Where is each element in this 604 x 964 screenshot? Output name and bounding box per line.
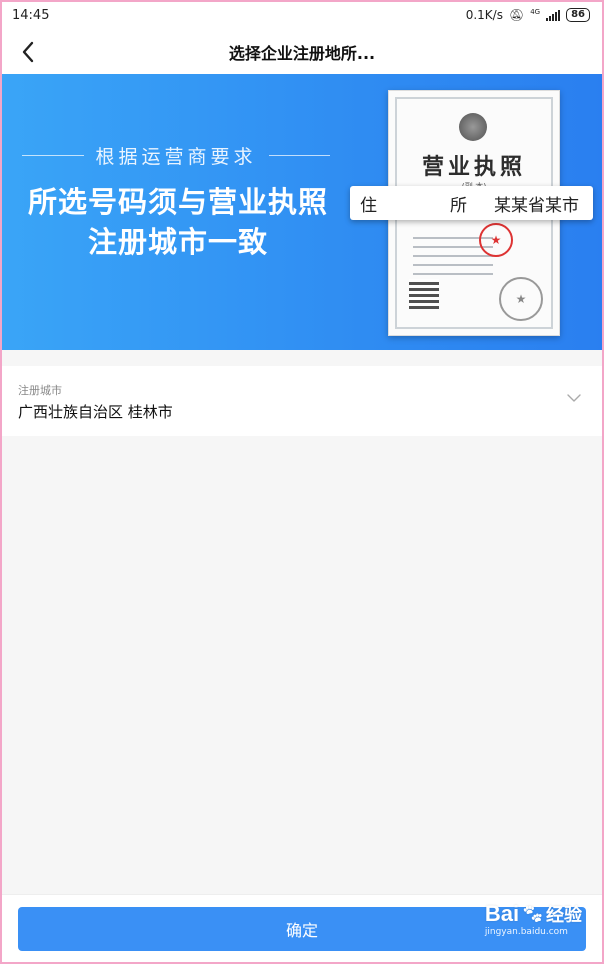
network-speed: 0.1K/s: [465, 8, 503, 22]
banner-headline-line2: 注册城市一致: [87, 225, 268, 259]
status-bar: 14:45 0.1K/s 🔕︎ 4G 86: [0, 0, 604, 30]
chevron-left-icon: [22, 41, 34, 63]
back-button[interactable]: [14, 38, 42, 66]
confirm-button[interactable]: 确定: [18, 907, 586, 951]
banner-headline-line1: 所选号码须与营业执照: [27, 185, 328, 219]
network-type: 4G: [530, 8, 541, 16]
red-seal-icon: ★: [479, 223, 513, 257]
registered-city-select[interactable]: 注册城市 广西壮族自治区 桂林市: [0, 366, 604, 436]
divider-line-left: [22, 155, 84, 156]
status-indicators: 0.1K/s 🔕︎ 4G 86: [466, 8, 590, 22]
info-banner: 根据运营商要求 所选号码须与营业执照 注册城市一致 营业执照 (副 本) ★ ★…: [0, 74, 604, 350]
qr-code-icon: [409, 279, 439, 309]
chevron-down-icon: [567, 394, 581, 402]
national-emblem-icon: [459, 113, 487, 141]
nav-bar: 选择企业注册地所...: [0, 30, 604, 74]
page-title: 选择企业注册地所...: [228, 44, 376, 63]
signal-icon: [546, 9, 561, 21]
address-value: 某某省某市: [494, 195, 579, 216]
city-field-label: 注册城市: [18, 384, 62, 397]
banner-subtitle-text: 根据运营商要求: [95, 146, 257, 168]
status-time: 14:45: [12, 7, 50, 23]
city-field-value: 广西壮族自治区 桂林市: [18, 403, 173, 421]
battery-level: 86: [571, 9, 585, 20]
address-callout: 住 所 某某省某市: [350, 186, 593, 220]
banner-subtitle: 根据运营商要求: [22, 142, 331, 169]
banner-headline: 所选号码须与营业执照 注册城市一致: [18, 182, 338, 262]
confirm-button-label: 确定: [285, 923, 318, 940]
address-label-char1: 住: [360, 195, 377, 216]
gray-seal-icon: ★: [499, 277, 543, 321]
divider-line-right: [268, 155, 331, 156]
battery-icon: 86: [566, 8, 590, 22]
address-label-char2: 所: [450, 195, 467, 216]
license-title: 营业执照: [421, 154, 526, 180]
bell-off-icon: 🔕︎: [508, 8, 525, 22]
bottom-action-bar: 确定 Bai 🐾︎ 经验 jingyan.baidu.com: [0, 894, 604, 964]
